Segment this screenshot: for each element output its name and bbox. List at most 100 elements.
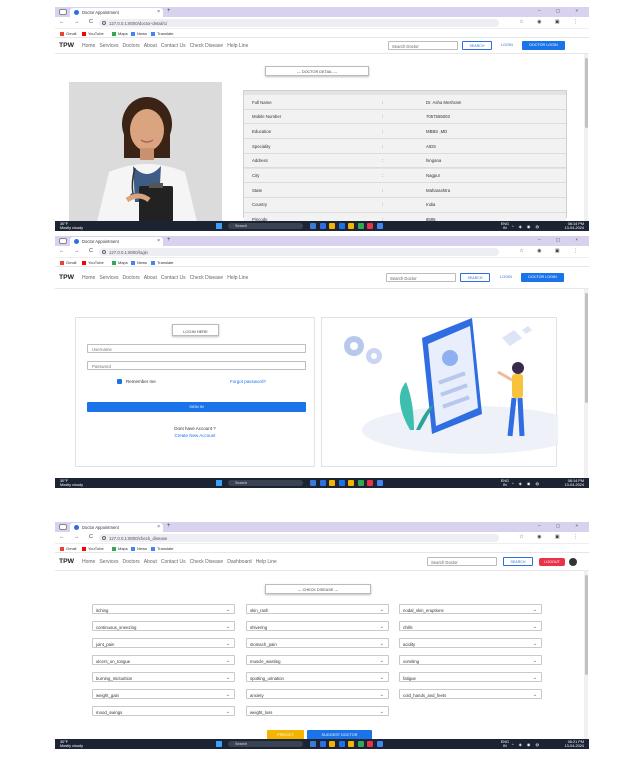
symptom-select[interactable]: chills ⌄ [399, 621, 542, 631]
app-icon[interactable] [329, 479, 335, 486]
symptom-select[interactable]: weight_loss ⌄ [246, 706, 389, 716]
menu-about[interactable]: About [144, 559, 157, 565]
bookmark-youtube[interactable]: YouTube [82, 546, 104, 551]
toolbar-icons[interactable]: ☆ ◉ ▣ ⋮ [519, 248, 584, 254]
toolbar-icons[interactable]: ☆ ◉ ▣ ⋮ [519, 19, 584, 25]
tab-close-icon[interactable]: × [157, 238, 160, 244]
app-icon[interactable] [357, 222, 364, 229]
toolbar-icons[interactable]: ☆ ◉ ▣ ⋮ [519, 534, 584, 540]
username-input[interactable]: Username [87, 344, 306, 353]
clock[interactable]: 06:14 PM 13-04-2024 [565, 222, 584, 230]
menu-services[interactable]: Services [99, 559, 118, 565]
site-brand[interactable]: TPW [59, 42, 74, 49]
menu-doctors[interactable]: Doctors [123, 559, 140, 565]
menu-contact[interactable]: Contact Us [161, 43, 186, 49]
app-icon[interactable] [376, 222, 383, 229]
menu-dashboard[interactable]: Dashboard [227, 559, 251, 565]
taskbar-search[interactable]: Search [228, 223, 303, 229]
search-button[interactable]: SEARCH [460, 273, 490, 282]
tray-icons[interactable]: ^ ◈ ◉ ◍ [512, 742, 541, 747]
taskbar-search[interactable]: Search [228, 741, 303, 747]
create-account-link[interactable]: Create New Account [76, 433, 314, 438]
user-avatar-icon[interactable] [569, 558, 577, 566]
scrollbar-thumb[interactable] [584, 293, 588, 403]
password-input[interactable]: Password [87, 361, 306, 370]
clock[interactable]: 06:14 PM 13-04-2024 [565, 479, 584, 487]
language-indicator[interactable]: ENG IN [501, 479, 509, 487]
url-field[interactable]: 127.0.0.1:8000/check_disease [99, 534, 499, 542]
symptom-select[interactable]: continuous_sneezing ⌄ [92, 621, 235, 631]
weather-widget[interactable]: 30°F Mostly cloudy [60, 479, 83, 487]
new-tab-icon[interactable]: + [167, 237, 171, 243]
bookmark-gmail[interactable]: Gmail [60, 31, 76, 36]
symptom-select[interactable]: vomiting ⌄ [399, 655, 542, 665]
bookmark-news[interactable]: News [131, 260, 147, 265]
symptom-select[interactable]: spotting_urination ⌄ [246, 672, 389, 682]
menu-contact[interactable]: Contact Us [161, 275, 186, 281]
bookmark-maps[interactable]: Maps [112, 260, 128, 265]
symptom-select[interactable]: nodal_skin_eruptions ⌄ [399, 604, 542, 614]
symptom-select[interactable]: fatigue ⌄ [399, 672, 542, 682]
page-scrollbar[interactable] [584, 571, 588, 739]
menu-check-disease[interactable]: Check Disease [190, 43, 224, 49]
symptom-select[interactable]: anxiety ⌄ [246, 689, 389, 699]
menu-about[interactable]: About [144, 275, 157, 281]
app-icon[interactable] [310, 222, 316, 229]
symptom-select[interactable]: ulcers_on_tongue ⌄ [92, 655, 235, 665]
app-icon[interactable] [367, 479, 373, 486]
bookmark-maps[interactable]: Maps [112, 546, 128, 551]
login-link[interactable]: LOGIN [500, 275, 512, 279]
windows-start-icon[interactable] [216, 480, 222, 486]
menu-about[interactable]: About [144, 43, 157, 49]
menu-home[interactable]: Home [82, 559, 95, 565]
symptom-select[interactable]: cold_hands_and_feets ⌄ [399, 689, 542, 699]
app-icon[interactable] [376, 740, 383, 747]
taskbar-search[interactable]: Search [228, 480, 303, 486]
scrollbar-thumb[interactable] [584, 58, 588, 128]
windows-start-icon[interactable] [216, 223, 222, 229]
symptom-select[interactable]: stomach_pain ⌄ [246, 638, 389, 648]
site-info-icon[interactable] [102, 250, 106, 254]
page-scrollbar[interactable] [584, 289, 588, 478]
app-icon[interactable] [338, 222, 345, 229]
weather-widget[interactable]: 30°F Mostly cloudy [60, 740, 83, 748]
menu-help-line[interactable]: Help Line [227, 275, 248, 281]
doctor-login-button[interactable]: DOCTOR LOGIN [522, 41, 565, 50]
app-icon[interactable] [338, 740, 345, 747]
menu-doctors[interactable]: Doctors [123, 275, 140, 281]
tray-icons[interactable]: ^ ◈ ◉ ◍ [512, 224, 541, 229]
symptom-select[interactable]: joint_pain ⌄ [92, 638, 235, 648]
tab-close-icon[interactable]: × [157, 9, 160, 15]
app-icon[interactable] [338, 479, 345, 486]
symptom-select[interactable]: itching ⌄ [92, 604, 235, 614]
clock[interactable]: 06:21 PM 13-04-2024 [565, 740, 584, 748]
language-indicator[interactable]: ENG IN [501, 740, 509, 748]
bookmark-maps[interactable]: Maps [112, 31, 128, 36]
search-button[interactable]: SEARCH [503, 557, 533, 566]
tab-close-icon[interactable]: × [157, 524, 160, 530]
app-icon[interactable] [319, 740, 326, 747]
bookmark-gmail[interactable]: Gmail [60, 546, 76, 551]
app-icon[interactable] [348, 479, 354, 486]
symptom-select[interactable]: acidity ⌄ [399, 638, 542, 648]
app-icon[interactable] [357, 740, 364, 747]
site-info-icon[interactable] [102, 536, 106, 540]
site-info-icon[interactable] [102, 21, 106, 25]
menu-home[interactable]: Home [82, 275, 95, 281]
symptom-select[interactable]: shivering ⌄ [246, 621, 389, 631]
bookmark-translate[interactable]: Translate [151, 260, 174, 265]
forgot-password-link[interactable]: Forgot password? [230, 379, 266, 384]
menu-services[interactable]: Services [99, 275, 118, 281]
bookmark-youtube[interactable]: YouTube [82, 31, 104, 36]
window-controls[interactable]: – ▢ × [538, 237, 585, 243]
menu-help-line[interactable]: Help Line [227, 43, 248, 49]
app-icon[interactable] [310, 479, 316, 486]
login-link[interactable]: LOGIN [501, 43, 513, 47]
symptom-select[interactable]: mood_swings ⌄ [92, 706, 235, 716]
bookmark-translate[interactable]: Translate [151, 31, 174, 36]
sign-in-button[interactable]: SIGN IN [87, 402, 306, 412]
bookmark-gmail[interactable]: Gmail [60, 260, 76, 265]
app-icon[interactable] [367, 222, 373, 229]
symptom-select[interactable]: weight_gain ⌄ [92, 689, 235, 699]
logout-button[interactable]: LOGOUT [539, 558, 565, 566]
